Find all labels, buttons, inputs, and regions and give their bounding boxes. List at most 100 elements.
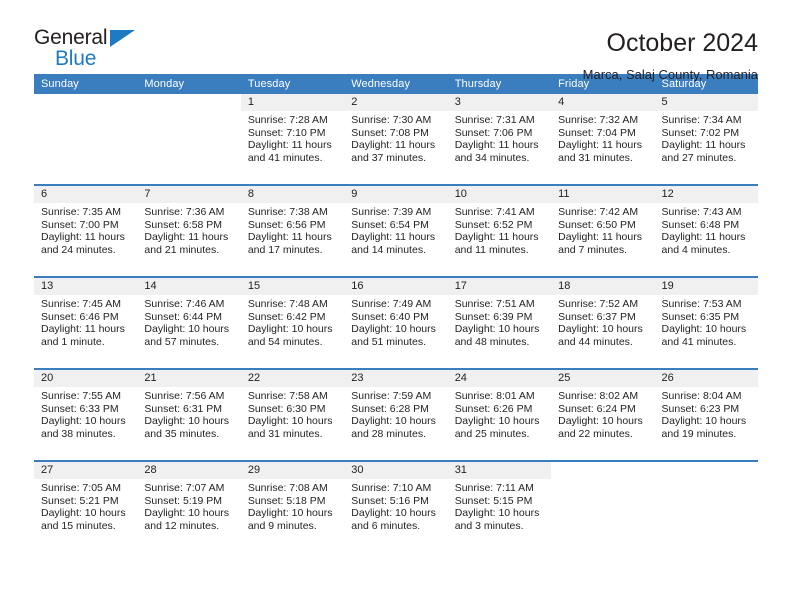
- day-cell[interactable]: 20 Sunrise: 7:55 AM Sunset: 6:33 PM Dayligh…: [34, 370, 138, 458]
- day-daylight-2-text: and 1 minute.: [41, 335, 105, 348]
- calendar-cell: [551, 460, 655, 552]
- day-cell[interactable]: 24 Sunrise: 8:01 AM Sunset: 6:26 PM Dayligh…: [447, 370, 552, 458]
- day-sunrise-text: Sunrise: 7:07 AM: [144, 482, 225, 494]
- calendar-cell: 6 Sunrise: 7:35 AM Sunset: 7:00 PM Daylight…: [34, 184, 138, 277]
- weekday-header-monday: Monday: [137, 74, 241, 94]
- day-cell[interactable]: 29 Sunrise: 7:08 AM Sunset: 5:18 PM Dayligh…: [240, 462, 345, 550]
- day-cell[interactable]: 5 Sunrise: 7:34 AM Sunset: 7:02 PM Daylight…: [654, 94, 758, 182]
- calendar-cell: 15 Sunrise: 7:48 AM Sunset: 6:42 PM Dayligh…: [240, 276, 345, 369]
- day-daylight-1-text: Daylight: 11 hours: [41, 323, 125, 336]
- day-cell[interactable]: 15 Sunrise: 7:48 AM Sunset: 6:42 PM Dayligh…: [240, 278, 345, 366]
- day-cell[interactable]: 21 Sunrise: 7:56 AM Sunset: 6:31 PM Dayligh…: [137, 370, 241, 458]
- calendar-cell: 11 Sunrise: 7:42 AM Sunset: 6:50 PM Dayligh…: [551, 184, 655, 277]
- day-daylight-2-text: and 31 minutes.: [247, 427, 323, 440]
- day-cell[interactable]: 14 Sunrise: 7:46 AM Sunset: 6:44 PM Dayligh…: [137, 278, 241, 366]
- day-number: 26: [654, 370, 758, 387]
- day-sunset-text: Sunset: 6:33 PM: [41, 402, 119, 415]
- day-sunset-text: Sunset: 7:10 PM: [247, 126, 326, 139]
- day-number: 28: [137, 462, 241, 479]
- day-daylight-2-text: and 6 minutes.: [351, 519, 421, 532]
- day-cell[interactable]: 17 Sunrise: 7:51 AM Sunset: 6:39 PM Dayligh…: [447, 278, 552, 366]
- calendar-week-row: 13 Sunrise: 7:45 AM Sunset: 6:46 PM Dayligh…: [34, 276, 758, 369]
- day-daylight-2-text: and 28 minutes.: [351, 427, 426, 440]
- day-cell[interactable]: 8 Sunrise: 7:38 AM Sunset: 6:56 PM Daylight…: [240, 186, 345, 274]
- day-daylight-2-text: and 27 minutes.: [661, 151, 737, 164]
- day-sunrise-text: Sunrise: 7:32 AM: [558, 114, 639, 126]
- day-number: 2: [344, 94, 448, 111]
- day-cell[interactable]: 19 Sunrise: 7:53 AM Sunset: 6:35 PM Dayligh…: [654, 278, 758, 366]
- day-details: Sunrise: 8:01 AM Sunset: 6:26 PM Daylight:…: [448, 387, 551, 440]
- calendar-cell: 20 Sunrise: 7:55 AM Sunset: 6:33 PM Dayligh…: [34, 368, 138, 461]
- day-cell[interactable]: 12 Sunrise: 7:43 AM Sunset: 6:48 PM Dayligh…: [654, 186, 758, 274]
- calendar-cell: 5 Sunrise: 7:34 AM Sunset: 7:02 PM Daylight…: [654, 94, 758, 185]
- day-cell[interactable]: 26 Sunrise: 8:04 AM Sunset: 6:23 PM Dayligh…: [654, 370, 758, 458]
- calendar-cell: 3 Sunrise: 7:31 AM Sunset: 7:06 PM Daylight…: [447, 94, 552, 185]
- day-sunset-text: Sunset: 5:16 PM: [351, 494, 429, 507]
- day-daylight-2-text: and 34 minutes.: [454, 151, 530, 164]
- day-cell[interactable]: 3 Sunrise: 7:31 AM Sunset: 7:06 PM Daylight…: [447, 94, 552, 182]
- day-details: Sunrise: 7:51 AM Sunset: 6:39 PM Daylight:…: [448, 295, 551, 348]
- day-cell[interactable]: 1 Sunrise: 7:28 AM Sunset: 7:10 PM Daylight…: [240, 94, 345, 182]
- day-daylight-2-text: and 25 minutes.: [454, 427, 530, 440]
- day-sunset-text: Sunset: 6:30 PM: [247, 402, 326, 415]
- day-details: Sunrise: 7:36 AM Sunset: 6:58 PM Daylight:…: [137, 203, 240, 256]
- day-number: 9: [344, 186, 448, 203]
- day-cell[interactable]: 30 Sunrise: 7:10 AM Sunset: 5:16 PM Dayligh…: [344, 462, 448, 550]
- weekday-header-tuesday: Tuesday: [240, 74, 345, 94]
- day-daylight-1-text: Daylight: 10 hours: [351, 323, 436, 336]
- day-cell[interactable]: 22 Sunrise: 7:58 AM Sunset: 6:30 PM Dayligh…: [240, 370, 345, 458]
- day-number: [137, 94, 240, 111]
- day-sunset-text: Sunset: 6:23 PM: [661, 402, 740, 415]
- day-number: [551, 462, 654, 479]
- day-daylight-1-text: Daylight: 10 hours: [41, 507, 126, 520]
- day-cell[interactable]: 16 Sunrise: 7:49 AM Sunset: 6:40 PM Dayligh…: [344, 278, 448, 366]
- day-daylight-2-text: and 3 minutes.: [454, 519, 524, 532]
- day-cell[interactable]: 23 Sunrise: 7:59 AM Sunset: 6:28 PM Dayligh…: [344, 370, 448, 458]
- day-daylight-1-text: Daylight: 10 hours: [454, 415, 540, 428]
- calendar-cell: 12 Sunrise: 7:43 AM Sunset: 6:48 PM Dayligh…: [654, 184, 758, 277]
- day-cell[interactable]: 2 Sunrise: 7:30 AM Sunset: 7:08 PM Daylight…: [344, 94, 448, 182]
- calendar-cell: 19 Sunrise: 7:53 AM Sunset: 6:35 PM Dayligh…: [654, 276, 758, 369]
- day-cell[interactable]: 28 Sunrise: 7:07 AM Sunset: 5:19 PM Dayligh…: [137, 462, 241, 550]
- day-daylight-1-text: Daylight: 11 hours: [454, 231, 539, 244]
- day-daylight-1-text: Daylight: 10 hours: [454, 507, 540, 520]
- day-cell[interactable]: 25 Sunrise: 8:02 AM Sunset: 6:24 PM Dayligh…: [551, 370, 655, 458]
- calendar-cell: 24 Sunrise: 8:01 AM Sunset: 6:26 PM Dayligh…: [447, 368, 552, 461]
- day-daylight-2-text: and 15 minutes.: [41, 519, 116, 532]
- day-sunrise-text: Sunrise: 7:52 AM: [558, 298, 639, 310]
- day-sunset-text: Sunset: 6:56 PM: [247, 218, 326, 231]
- day-sunrise-text: Sunrise: 7:30 AM: [351, 114, 432, 126]
- day-number: 6: [34, 186, 138, 203]
- day-daylight-2-text: and 48 minutes.: [454, 335, 530, 348]
- day-cell[interactable]: 31 Sunrise: 7:11 AM Sunset: 5:15 PM Dayligh…: [447, 462, 552, 550]
- day-daylight-2-text: and 4 minutes.: [661, 243, 731, 256]
- calendar-cell: 30 Sunrise: 7:10 AM Sunset: 5:16 PM Dayligh…: [344, 460, 448, 552]
- day-cell[interactable]: 18 Sunrise: 7:52 AM Sunset: 6:37 PM Dayligh…: [551, 278, 655, 366]
- day-cell[interactable]: 7 Sunrise: 7:36 AM Sunset: 6:58 PM Daylight…: [137, 186, 241, 274]
- day-details: Sunrise: 7:45 AM Sunset: 6:46 PM Daylight:…: [34, 295, 137, 348]
- day-cell[interactable]: 27 Sunrise: 7:05 AM Sunset: 5:21 PM Dayligh…: [34, 462, 138, 550]
- day-number: 31: [447, 462, 552, 479]
- day-daylight-2-text: and 19 minutes.: [661, 427, 737, 440]
- day-sunrise-text: Sunrise: 7:42 AM: [558, 206, 639, 218]
- day-cell[interactable]: 9 Sunrise: 7:39 AM Sunset: 6:54 PM Daylight…: [344, 186, 448, 274]
- day-sunrise-text: Sunrise: 8:02 AM: [558, 390, 639, 402]
- calendar-cell: [137, 94, 241, 185]
- day-cell[interactable]: 4 Sunrise: 7:32 AM Sunset: 7:04 PM Daylight…: [551, 94, 655, 182]
- day-daylight-1-text: Daylight: 11 hours: [351, 231, 436, 244]
- day-cell[interactable]: 13 Sunrise: 7:45 AM Sunset: 6:46 PM Dayligh…: [34, 278, 138, 366]
- day-daylight-2-text: and 44 minutes.: [558, 335, 633, 348]
- general-blue-logo: General Blue: [34, 27, 154, 73]
- day-cell[interactable]: 10 Sunrise: 7:41 AM Sunset: 6:52 PM Dayligh…: [447, 186, 552, 274]
- day-number: [655, 462, 758, 479]
- calendar-cell: 16 Sunrise: 7:49 AM Sunset: 6:40 PM Dayligh…: [344, 276, 448, 369]
- calendar-cell: 4 Sunrise: 7:32 AM Sunset: 7:04 PM Daylight…: [551, 94, 655, 185]
- day-sunrise-text: Sunrise: 7:38 AM: [247, 206, 328, 218]
- day-cell[interactable]: 6 Sunrise: 7:35 AM Sunset: 7:00 PM Daylight…: [34, 186, 138, 274]
- day-details: Sunrise: 7:07 AM Sunset: 5:19 PM Daylight:…: [137, 479, 240, 532]
- day-cell[interactable]: 11 Sunrise: 7:42 AM Sunset: 6:50 PM Dayligh…: [551, 186, 655, 274]
- day-sunset-text: Sunset: 6:31 PM: [144, 402, 223, 415]
- day-sunset-text: Sunset: 5:21 PM: [41, 494, 119, 507]
- day-details: Sunrise: 7:39 AM Sunset: 6:54 PM Daylight:…: [344, 203, 447, 256]
- day-cell-empty: [137, 94, 241, 182]
